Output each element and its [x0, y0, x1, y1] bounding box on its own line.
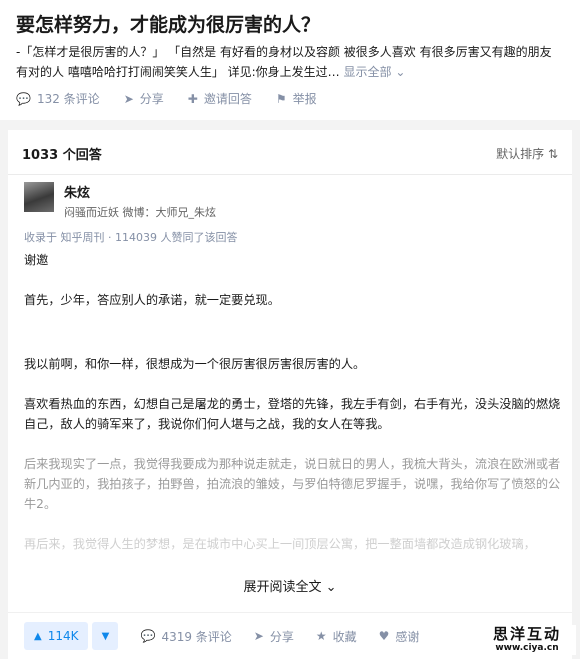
- triangle-down-icon: ▼: [101, 630, 110, 642]
- watermark: 思洋互动 www.ciya.cn: [478, 625, 576, 655]
- answer-comments-button[interactable]: 💬 4319 条评论: [140, 628, 231, 645]
- sort-dropdown[interactable]: 默认排序 ⇅: [496, 145, 558, 162]
- answer-paragraph: 谢邀: [24, 253, 49, 267]
- watermark-name: 思洋互动: [492, 625, 561, 643]
- author-name[interactable]: 朱炫: [64, 182, 90, 201]
- answer-share-button[interactable]: ➤ 分享: [254, 628, 294, 645]
- question-card: 要怎样努力，才能成为很厉害的人？ -「怎样才是很厉害的人？」 「自然是 有好看的…: [0, 0, 580, 120]
- upvote-button[interactable]: ▲ 114K: [24, 622, 89, 650]
- question-title[interactable]: 要怎样努力，才能成为很厉害的人？: [16, 10, 320, 37]
- answer-card: 1033 个回答 默认排序 ⇅ 朱炫 闷骚而近妖 微博：大师兄_朱炫 收录于 知…: [8, 130, 572, 659]
- answer-body: 谢邀 首先，少年，答应别人的承诺，就一定要兑现。 我以前啊，和你一样，很想成为一…: [24, 250, 564, 574]
- question-actions: 💬 132 条评论 ➤ 分享 ✚ 邀请回答 ⚑ 举报: [16, 90, 341, 107]
- answer-paragraph: 喜欢看热血的东西，幻想自己是屠龙的勇士，登塔的先锋，我左手有剑，右手有光，没头没…: [24, 397, 561, 431]
- comment-icon: 💬: [16, 91, 31, 106]
- invite-label: 邀请回答: [203, 92, 252, 106]
- invite-button[interactable]: ✚ 邀请回答: [188, 90, 252, 107]
- question-detail-text: -「怎样才是很厉害的人？」 「自然是 有好看的身材以及容颜 被很多人喜欢 有很多…: [16, 45, 552, 79]
- answer-share-label: 分享: [269, 629, 294, 644]
- thanks-button[interactable]: ♥ 感谢: [379, 628, 420, 645]
- avatar[interactable]: [24, 182, 54, 212]
- collect-button[interactable]: ★ 收藏: [316, 628, 357, 645]
- answer-count: 1033 个回答: [22, 148, 102, 163]
- expand-label: 展开阅读全文: [243, 580, 322, 595]
- heart-icon: ♥: [378, 629, 390, 643]
- answer-paragraph: 后来我现实了一点，我觉得我要成为那种说走就走，说日就日的男人，我梳大背头，流浪在…: [24, 457, 561, 511]
- show-all-link[interactable]: 显示全部: [344, 65, 392, 79]
- collect-label: 收藏: [332, 629, 357, 644]
- watermark-url: www.ciya.cn: [495, 643, 559, 653]
- report-button[interactable]: ⚑ 举报: [276, 90, 317, 107]
- downvote-button[interactable]: ▼: [92, 622, 119, 650]
- thanks-label: 感谢: [395, 629, 420, 644]
- star-icon: ★: [315, 629, 327, 643]
- answer-paragraph: 首先，少年，答应别人的承诺，就一定要兑现。: [24, 293, 280, 307]
- chevron-down-icon: ⌄: [325, 580, 337, 595]
- question-detail: -「怎样才是很厉害的人？」 「自然是 有好看的身材以及容颜 被很多人喜欢 有很多…: [16, 42, 566, 82]
- share-label: 分享: [139, 92, 164, 106]
- share-icon: ➤: [253, 629, 264, 643]
- flag-icon: ⚑: [275, 91, 287, 106]
- answer-meta: 收录于 知乎周刊 · 114039 人赞同了该回答: [24, 231, 238, 244]
- sort-chevron-icon: ⇅: [547, 147, 558, 161]
- expand-full-button[interactable]: 展开阅读全文 ⌄: [8, 576, 572, 595]
- sort-label: 默认排序: [496, 147, 545, 161]
- share-icon: ➤: [123, 91, 134, 106]
- comment-icon: 💬: [140, 629, 156, 643]
- invite-icon: ✚: [187, 91, 198, 106]
- vote-count: 114K: [47, 629, 79, 643]
- comments-button[interactable]: 💬 132 条评论: [16, 90, 100, 107]
- answer-comments-label: 4319 条评论: [161, 629, 232, 644]
- comments-label: 132 条评论: [36, 92, 100, 106]
- author-bio: 闷骚而近妖 微博：大师兄_朱炫: [64, 206, 216, 219]
- share-button[interactable]: ➤ 分享: [124, 90, 164, 107]
- report-label: 举报: [292, 92, 317, 106]
- answers-header: 1033 个回答 默认排序 ⇅: [8, 130, 572, 175]
- chevron-down-icon[interactable]: ⌄: [395, 65, 405, 79]
- answer-paragraph: 我以前啊，和你一样，很想成为一个很厉害很厉害很厉害的人。: [24, 357, 366, 371]
- triangle-up-icon: ▲: [34, 630, 42, 642]
